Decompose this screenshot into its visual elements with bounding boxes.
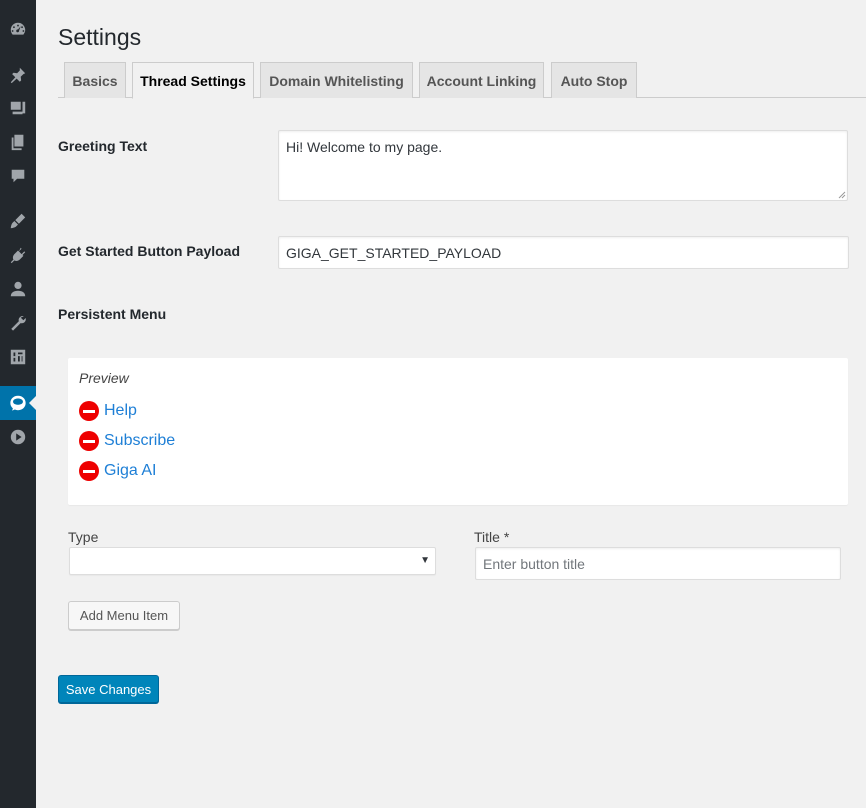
play-icon[interactable] — [0, 422, 36, 452]
settings-icon[interactable] — [0, 342, 36, 372]
tab-basics[interactable]: Basics — [64, 62, 126, 98]
greeting-text-value: Hi! Welcome to my page. — [286, 139, 443, 155]
tab-domain-whitelisting[interactable]: Domain Whitelisting — [260, 62, 413, 98]
tab-account-linking[interactable]: Account Linking — [419, 62, 544, 98]
get-started-payload-label: Get Started Button Payload — [58, 243, 241, 259]
page-title: Settings — [58, 24, 142, 50]
preview-item-label[interactable]: Giga AI — [104, 462, 156, 480]
tools-icon[interactable] — [0, 308, 36, 338]
greeting-text-label: Greeting Text — [58, 138, 148, 154]
resize-handle-icon[interactable] — [838, 191, 846, 199]
preview-item-label[interactable]: Subscribe — [104, 432, 175, 450]
get-started-payload-value: GIGA_GET_STARTED_PAYLOAD — [286, 244, 502, 261]
preview-item-subscribe: Subscribe — [79, 430, 175, 452]
preview-item-help: Help — [79, 400, 137, 422]
persistent-menu-label: Persistent Menu — [58, 306, 167, 322]
admin-sidebar — [0, 0, 36, 808]
pin-icon[interactable] — [0, 60, 36, 90]
comments-icon[interactable] — [0, 161, 36, 191]
users-icon[interactable] — [0, 274, 36, 304]
plugins-icon[interactable] — [0, 240, 36, 270]
dashboard-icon[interactable] — [0, 14, 36, 44]
remove-icon[interactable] — [79, 431, 99, 451]
tab-auto-stop[interactable]: Auto Stop — [551, 62, 637, 98]
preview-title: Preview — [79, 370, 129, 386]
add-menu-item-button[interactable]: Add Menu Item — [68, 601, 180, 630]
preview-item-label[interactable]: Help — [104, 402, 137, 420]
tab-thread-settings[interactable]: Thread Settings — [132, 62, 254, 99]
title-placeholder: Enter button title — [483, 555, 585, 572]
chatbot-icon[interactable] — [0, 386, 36, 420]
greeting-text-textarea[interactable]: Hi! Welcome to my page. — [278, 130, 848, 201]
media-icon[interactable] — [0, 93, 36, 123]
pages-icon[interactable] — [0, 127, 36, 157]
save-changes-button[interactable]: Save Changes — [58, 675, 159, 703]
title-input[interactable]: Enter button title — [475, 547, 841, 580]
appearance-icon[interactable] — [0, 206, 36, 236]
title-label: Title * — [474, 529, 510, 545]
get-started-payload-input[interactable]: GIGA_GET_STARTED_PAYLOAD — [278, 236, 849, 269]
type-label: Type — [68, 529, 99, 545]
menu-preview: Preview Help Subscribe Giga AI — [68, 358, 848, 505]
remove-icon[interactable] — [79, 401, 99, 421]
chevron-down-icon: ▼ — [420, 555, 430, 566]
preview-item-giga-ai: Giga AI — [79, 460, 156, 482]
tab-bar: Basics Thread Settings Domain Whitelisti… — [58, 62, 866, 99]
main-content: Settings Basics Thread Settings Domain W… — [36, 0, 866, 808]
type-select[interactable]: ▼ — [69, 547, 436, 575]
remove-icon[interactable] — [79, 461, 99, 481]
